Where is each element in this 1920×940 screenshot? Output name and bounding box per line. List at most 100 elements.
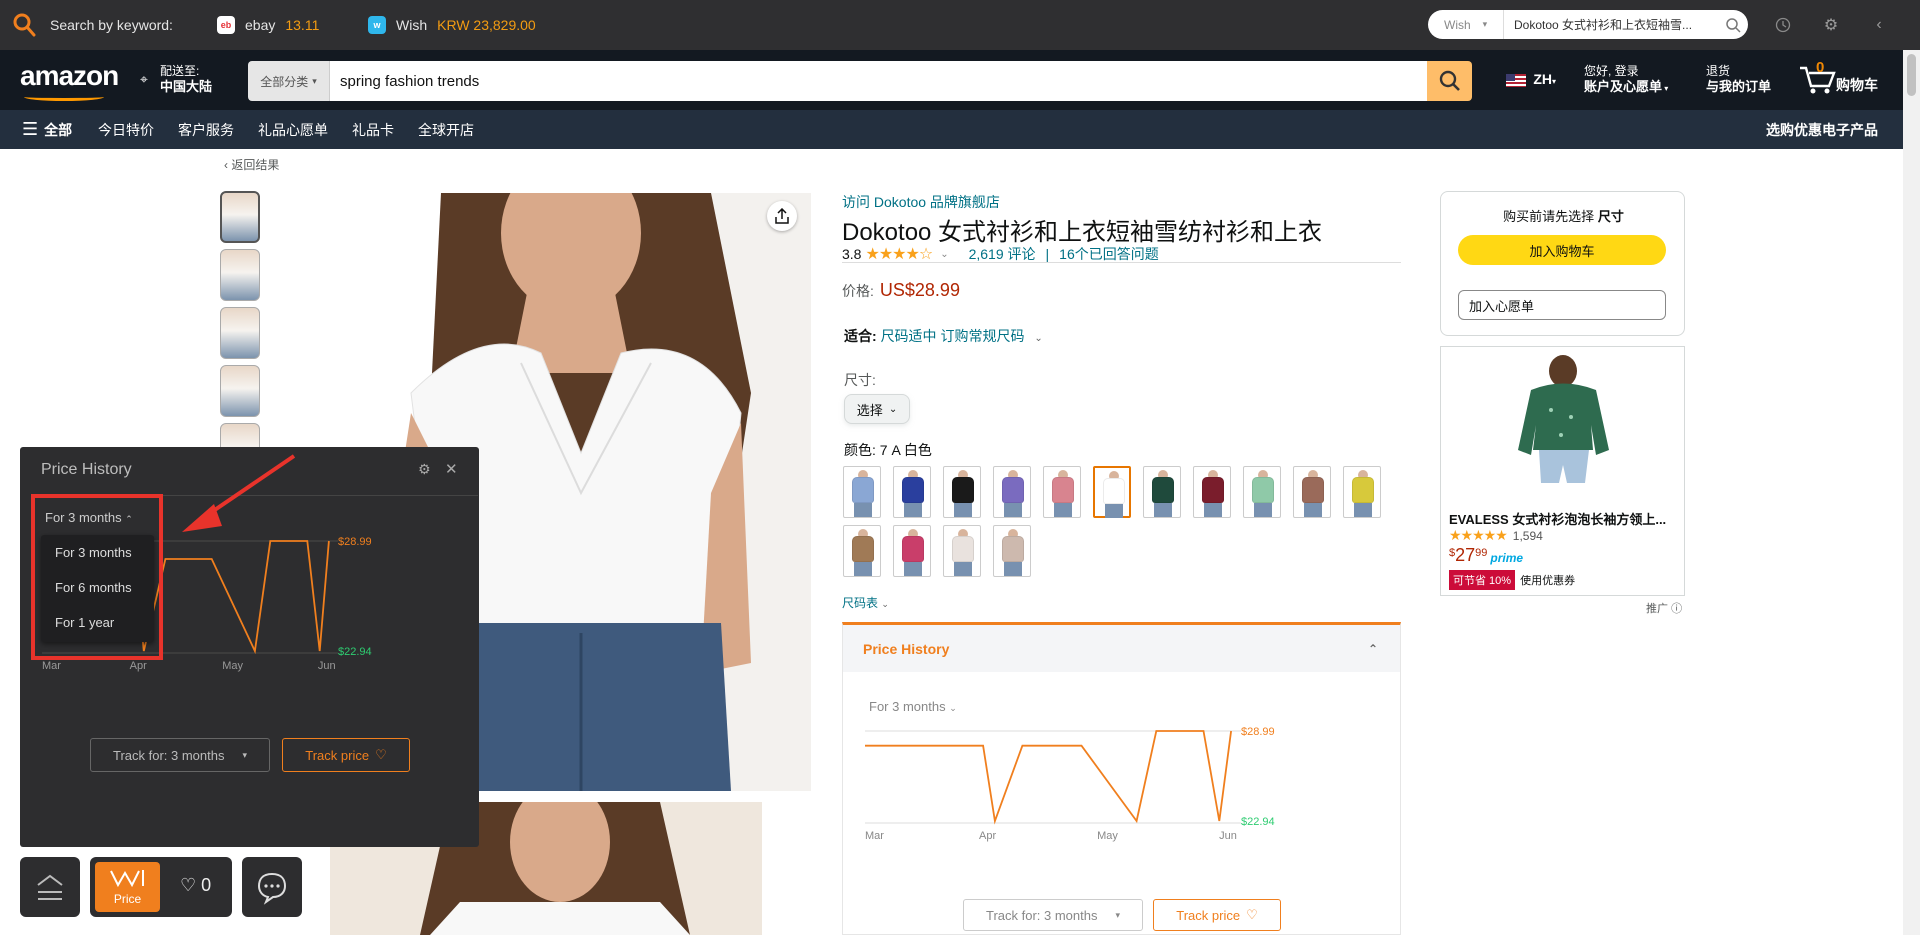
color-swatch[interactable] bbox=[1043, 466, 1081, 518]
inline-track-for-select[interactable]: Track for: 3 months ▾ bbox=[963, 899, 1143, 931]
scrollbar-thumb[interactable] bbox=[1907, 54, 1916, 96]
chevron-down-icon: ⌄ bbox=[1034, 333, 1043, 344]
chevron-down-icon: ⌄ bbox=[949, 703, 957, 713]
add-to-cart-button[interactable]: 加入购物车 bbox=[1458, 235, 1666, 265]
ad-coupon[interactable]: 可节省 10% 使用优惠券 bbox=[1449, 570, 1575, 590]
cart[interactable]: 0 购物车 bbox=[1798, 60, 1908, 102]
share-icon[interactable] bbox=[767, 201, 797, 231]
ad-price: $27 99 prime bbox=[1449, 545, 1524, 565]
subnav-item-sell[interactable]: 全球开店 bbox=[418, 110, 474, 149]
sponsored-ad[interactable]: EVALESS 女式衬衫泡泡长袖方领上... ★★★★★ 1,594 $27 99… bbox=[1440, 346, 1685, 596]
ext-wish-item[interactable]: w Wish KRW 23,829.00 bbox=[368, 0, 536, 50]
panel-title: Price History bbox=[41, 461, 132, 478]
add-to-wishlist-button[interactable]: 加入心愿单 bbox=[1458, 290, 1666, 320]
page-scrollbar[interactable] bbox=[1903, 50, 1920, 935]
chart-x-tick-label: May bbox=[222, 660, 243, 672]
ext-search-input[interactable]: Dokotoo 女式衬衫和上衣短袖雪... bbox=[1504, 16, 1718, 33]
inline-range-select[interactable]: For 3 months ⌄ bbox=[869, 699, 957, 714]
ad-title[interactable]: EVALESS 女式衬衫泡泡长袖方领上... bbox=[1449, 509, 1679, 528]
location-icon: ⌖ bbox=[140, 71, 148, 87]
chevron-down-icon: ⌄ bbox=[888, 403, 898, 415]
panel-track-for-select[interactable]: Track for: 3 months ▾ bbox=[90, 738, 270, 772]
wish-price: KRW 23,829.00 bbox=[437, 17, 536, 33]
color-swatch[interactable] bbox=[1343, 466, 1381, 518]
answered-questions-link[interactable]: 16个已回答问题 bbox=[1059, 244, 1159, 264]
inline-price-chart: $28.99 $22.94 Mar Apr May Jun bbox=[865, 726, 1275, 842]
subnav-right-promo[interactable]: 选购优惠电子产品 bbox=[1766, 110, 1878, 149]
back-to-results[interactable]: ‹ 返回结果 bbox=[224, 156, 279, 173]
fit-value-link[interactable]: 尺码适中 订购常规尺码 bbox=[881, 328, 1025, 344]
dock-wishlist[interactable]: ♡ 0 bbox=[180, 875, 211, 896]
account-lists[interactable]: 您好, 登录 账户及心愿单 ▾ bbox=[1584, 64, 1668, 96]
color-swatch[interactable] bbox=[1193, 466, 1231, 518]
gear-icon[interactable]: ⚙ bbox=[418, 461, 431, 478]
subnav-item-giftcards[interactable]: 礼品卡 bbox=[352, 110, 394, 149]
color-swatch[interactable] bbox=[1143, 466, 1181, 518]
reviews-link[interactable]: 2,619 评论 bbox=[969, 244, 1036, 264]
sponsored-label[interactable]: 推广 ⓘ bbox=[1646, 600, 1682, 616]
dock-chat-button[interactable] bbox=[242, 857, 302, 917]
gear-icon[interactable]: ⚙ bbox=[1820, 14, 1842, 36]
thumbnail-3[interactable] bbox=[220, 307, 260, 359]
extension-logo-icon[interactable] bbox=[12, 0, 36, 50]
history-icon[interactable] bbox=[1772, 14, 1794, 36]
search-input[interactable]: spring fashion trends bbox=[330, 61, 1427, 101]
price-history-inline-header[interactable]: Price History ⌃ bbox=[843, 625, 1400, 672]
chart-x-tick-label: Mar bbox=[865, 830, 884, 842]
size-chart-link[interactable]: 尺码表 ⌄ bbox=[842, 594, 889, 611]
brand-store-link[interactable]: 访问 Dokotoo 品牌旗舰店 bbox=[842, 192, 1000, 212]
chart-x-tick-label: Apr bbox=[130, 660, 147, 672]
dock-price-button[interactable]: Price bbox=[95, 862, 160, 912]
ext-ebay-item[interactable]: eb ebay 13.11 bbox=[217, 0, 319, 50]
chart-max-label: $28.99 bbox=[1241, 726, 1275, 738]
subnav-item-registry[interactable]: 礼品心愿单 bbox=[258, 110, 328, 149]
chart-min-label: $22.94 bbox=[1241, 816, 1275, 828]
color-swatch[interactable] bbox=[1093, 466, 1131, 518]
inline-track-price-button[interactable]: Track price ♡ bbox=[1153, 899, 1281, 931]
size-select[interactable]: 选择 ⌄ bbox=[844, 394, 910, 424]
wish-icon: w bbox=[368, 16, 386, 34]
chevron-up-icon[interactable]: ⌃ bbox=[1368, 642, 1378, 656]
subnav-item-deals[interactable]: 今日特价 bbox=[98, 110, 154, 149]
amazon-search-bar: 全部分类 ▾ spring fashion trends bbox=[248, 61, 1472, 101]
subnav-item-service[interactable]: 客户服务 bbox=[178, 110, 234, 149]
color-swatch[interactable] bbox=[943, 525, 981, 577]
collapse-icon[interactable]: ‹ bbox=[1868, 14, 1890, 36]
star-rating-icon[interactable]: ★★★★☆ bbox=[865, 244, 933, 264]
thumbnail-2[interactable] bbox=[220, 249, 260, 301]
search-button[interactable] bbox=[1427, 61, 1472, 101]
amazon-header: amazon ⌖ 配送至: 中国大陆 全部分类 ▾ spring fashion … bbox=[0, 50, 1920, 110]
dock-menu-button[interactable] bbox=[20, 857, 80, 917]
color-swatch[interactable] bbox=[1243, 466, 1281, 518]
cart-label: 购物车 bbox=[1836, 77, 1878, 93]
chart-x-tick-label: May bbox=[1097, 830, 1118, 842]
ebay-price: 13.11 bbox=[285, 17, 320, 33]
panel-track-price-button[interactable]: Track price ♡ bbox=[282, 738, 410, 772]
color-swatch[interactable] bbox=[843, 466, 881, 518]
heart-icon: ♡ bbox=[375, 747, 387, 762]
color-swatch[interactable] bbox=[943, 466, 981, 518]
color-swatch[interactable] bbox=[993, 466, 1031, 518]
deliver-to[interactable]: ⌖ 配送至: 中国大陆 bbox=[140, 64, 212, 95]
ext-search-box[interactable]: Wish ▾ Dokotoo 女式衬衫和上衣短袖雪... bbox=[1428, 10, 1748, 39]
color-swatch[interactable] bbox=[893, 525, 931, 577]
search-icon[interactable] bbox=[1718, 17, 1748, 33]
ext-search-select[interactable]: Wish ▾ bbox=[1428, 10, 1504, 39]
amazon-logo[interactable]: amazon bbox=[20, 60, 119, 101]
heart-icon: ♡ bbox=[1246, 907, 1258, 922]
thumbnail-4[interactable] bbox=[220, 365, 260, 417]
thumbnail-1[interactable] bbox=[220, 191, 260, 243]
color-swatch[interactable] bbox=[1293, 466, 1331, 518]
returns-orders[interactable]: 退货 与我的订单 bbox=[1706, 64, 1771, 95]
ad-product-image[interactable] bbox=[1501, 355, 1626, 495]
color-swatch[interactable] bbox=[893, 466, 931, 518]
search-category-select[interactable]: 全部分类 ▾ bbox=[248, 61, 330, 101]
fit-label: 适合: bbox=[844, 328, 877, 344]
annotation-highlight-box bbox=[31, 494, 163, 660]
color-swatch[interactable] bbox=[993, 525, 1031, 577]
all-menu-button[interactable]: ☰ 全部 bbox=[22, 110, 72, 149]
color-swatch[interactable] bbox=[843, 525, 881, 577]
close-icon[interactable]: ✕ bbox=[445, 460, 458, 478]
heart-icon: ♡ bbox=[180, 875, 197, 895]
language-selector[interactable]: ZH▾ bbox=[1506, 72, 1556, 89]
